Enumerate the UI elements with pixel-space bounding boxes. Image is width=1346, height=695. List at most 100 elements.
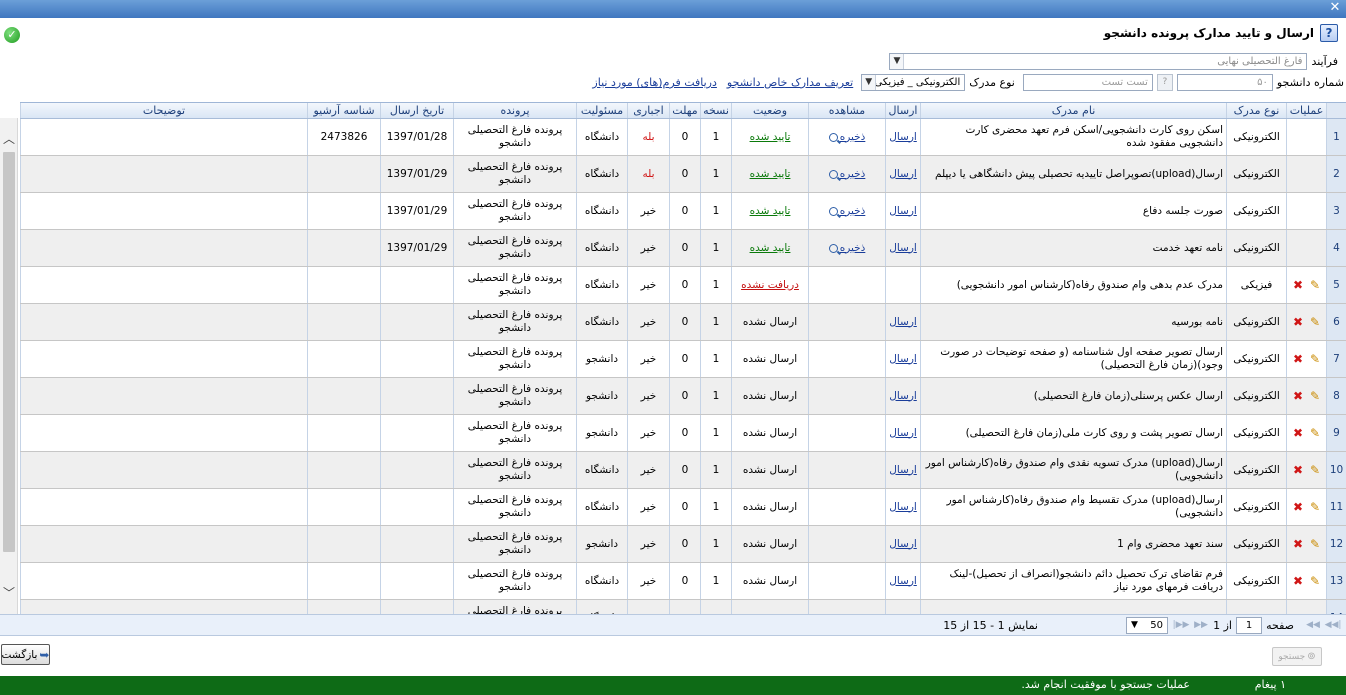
status-badge[interactable]: تایید شده (750, 131, 791, 144)
delete-icon[interactable]: ✖ (1293, 463, 1303, 477)
student-number-input[interactable]: ۵۰ (1176, 74, 1273, 91)
archive-id (307, 156, 380, 192)
col-header-type[interactable]: نوع مدرک (1226, 103, 1286, 118)
send-link[interactable]: ارسال (889, 464, 917, 477)
message-count[interactable]: ۱ پیغام (1255, 678, 1286, 691)
edit-icon[interactable]: ✎ (1310, 352, 1320, 366)
delete-icon[interactable]: ✖ (1293, 500, 1303, 514)
table-row[interactable]: 12 ✎ ✖ الکترونیکی سند تعهد محضری وام 1 ارسال ا… (20, 526, 1346, 563)
copy-count: 1 (700, 230, 731, 266)
status-cell: تایید شده (731, 119, 808, 155)
chevron-down-icon[interactable]: ▼ (862, 75, 877, 90)
table-row[interactable]: 10 ✎ ✖ الکترونیکی ارسال(upload) مدرک تسویه ن… (20, 452, 1346, 489)
send-link[interactable]: ارسال (889, 242, 917, 255)
delete-icon[interactable]: ✖ (1293, 389, 1303, 403)
col-header-date[interactable]: تاریخ ارسال (380, 103, 453, 118)
chevron-down-icon[interactable]: ▼ (890, 54, 905, 69)
status-badge[interactable]: دریافت نشده (741, 279, 799, 292)
process-select[interactable]: فارغ التحصیلی نهایی ▼ (889, 53, 1308, 70)
send-link[interactable]: ارسال (889, 353, 917, 366)
deadline: 0 (669, 378, 700, 414)
help-icon[interactable]: ? (1320, 24, 1338, 42)
table-row[interactable]: 3 الکترونیکی صورت جلسه دفاع ارسال ذخیره تایید… (20, 193, 1346, 230)
status-badge[interactable]: تایید شده (750, 242, 791, 255)
view-cell (808, 489, 885, 525)
col-header-status[interactable]: وضعیت (731, 103, 808, 118)
edit-icon[interactable]: ✎ (1310, 500, 1320, 514)
view-cell: ذخیره (808, 119, 885, 155)
back-button[interactable]: بازگشت ➥ (1, 644, 50, 665)
table-row[interactable]: 6 ✎ ✖ الکترونیکی نامه بورسیه ارسال ارسال نشده 1… (20, 304, 1346, 341)
row-operations: ✎ ✖ (1286, 489, 1326, 525)
next-page-icon[interactable]: ▶▶ (1192, 618, 1210, 633)
responsibility: دانشگاه (576, 600, 627, 614)
table-row[interactable]: 4 الکترونیکی نامه تعهد خدمت ارسال ذخیره تایید… (20, 230, 1346, 267)
page-size-select[interactable]: 50 ▼ (1126, 617, 1168, 634)
edit-icon[interactable]: ✎ (1310, 315, 1320, 329)
status-cell: تایید شده (731, 156, 808, 192)
edit-icon[interactable]: ✎ (1310, 426, 1320, 440)
send-link[interactable]: ارسال (889, 538, 917, 551)
status-badge[interactable]: تایید شده (750, 168, 791, 181)
table-row[interactable]: 8 ✎ ✖ الکترونیکی ارسال عکس پرسنلی(زمان فارغ … (20, 378, 1346, 415)
table-row[interactable]: 1 الکترونیکی اسکن روی کارت دانشجویی/اسکن ف… (20, 119, 1346, 156)
view-cell (808, 378, 885, 414)
first-page-icon[interactable]: |◀◀ (1324, 618, 1342, 633)
delete-icon[interactable]: ✖ (1293, 426, 1303, 440)
delete-icon[interactable]: ✖ (1293, 574, 1303, 588)
doctype-select[interactable]: الکترونیکی _ فیزیکی ▼ (861, 74, 966, 91)
save-link[interactable]: ذخیره (828, 242, 865, 255)
edit-icon[interactable]: ✎ (1310, 389, 1320, 403)
table-row[interactable]: 5 ✎ ✖ فیزیکی مدرک عدم بدهی وام صندوق رفاه(کا… (20, 267, 1346, 304)
delete-icon[interactable]: ✖ (1293, 537, 1303, 551)
edit-icon[interactable]: ✎ (1310, 278, 1320, 292)
lookup-icon[interactable]: ? (1156, 74, 1173, 91)
close-icon[interactable]: ✕ (1328, 1, 1342, 15)
status-badge[interactable]: تایید شده (750, 205, 791, 218)
define-documents-link[interactable]: تعریف مدارک خاص دانشجو (727, 76, 853, 89)
edit-icon[interactable]: ✎ (1310, 574, 1320, 588)
chevron-down-icon[interactable]: ﹀ (2, 586, 16, 600)
row-operations: ✎ ✖ (1286, 526, 1326, 562)
magnifier-icon[interactable] (828, 206, 838, 216)
download-forms-link[interactable]: دریافت فرم(های) مورد نیاز (592, 76, 717, 89)
delete-icon[interactable]: ✖ (1293, 315, 1303, 329)
send-link[interactable]: ارسال (889, 427, 917, 440)
table-row[interactable]: 13 ✎ ✖ الکترونیکی فرم تقاضای ترک تحصیل دائم … (20, 563, 1346, 600)
chevron-down-icon[interactable]: ▼ (1131, 618, 1138, 633)
table-row[interactable]: 11 ✎ ✖ الکترونیکی ارسال(upload) مدرک تقسیط و… (20, 489, 1346, 526)
col-header-view: مشاهده (808, 103, 885, 118)
row-operations (1286, 230, 1326, 266)
table-row[interactable]: 2 الکترونیکی ارسال(upload)تصوپراصل تاییدیه… (20, 156, 1346, 193)
magnifier-icon[interactable] (828, 132, 838, 142)
magnifier-icon[interactable] (828, 169, 838, 179)
send-link[interactable]: ارسال (889, 575, 917, 588)
chevron-up-icon[interactable]: ︿ (2, 132, 16, 146)
status-cell: ارسال نشده (731, 563, 808, 599)
delete-icon[interactable]: ✖ (1293, 352, 1303, 366)
send-link[interactable]: ارسال (889, 501, 917, 514)
table-row[interactable]: 9 ✎ ✖ الکترونیکی ارسال تصویر پشت و روی کارت … (20, 415, 1346, 452)
save-link[interactable]: ذخیره (828, 205, 865, 218)
send-link[interactable]: ارسال (889, 205, 917, 218)
prev-page-icon[interactable]: ◀◀ (1304, 618, 1322, 633)
edit-icon[interactable]: ✎ (1310, 463, 1320, 477)
send-link[interactable]: ارسال (889, 316, 917, 329)
send-link[interactable]: ارسال (889, 168, 917, 181)
send-link[interactable]: ارسال (889, 131, 917, 144)
status-cell: دریافت نشده (731, 267, 808, 303)
col-header-name[interactable]: نام مدرک (920, 103, 1226, 118)
scrollbar-thumb[interactable] (3, 152, 15, 552)
save-link[interactable]: ذخیره (828, 168, 865, 181)
table-row[interactable]: 14 دانشگاهپرونده فارغ التحصیلی دانشجو (20, 600, 1346, 614)
table-row[interactable]: 7 ✎ ✖ الکترونیکی ارسال تصویر صفحه اول شناسنا… (20, 341, 1346, 378)
save-link[interactable]: ذخیره (828, 131, 865, 144)
edit-icon[interactable]: ✎ (1310, 537, 1320, 551)
page-number-input[interactable]: 1 (1236, 617, 1262, 634)
delete-icon[interactable]: ✖ (1293, 278, 1303, 292)
last-page-icon[interactable]: ▶▶| (1172, 618, 1190, 633)
grid-scrollbar[interactable]: ︿ ﹀ (0, 118, 18, 614)
search-button[interactable]: جستجو ⊚ (1272, 647, 1322, 666)
magnifier-icon[interactable] (828, 243, 838, 253)
send-link[interactable]: ارسال (889, 390, 917, 403)
